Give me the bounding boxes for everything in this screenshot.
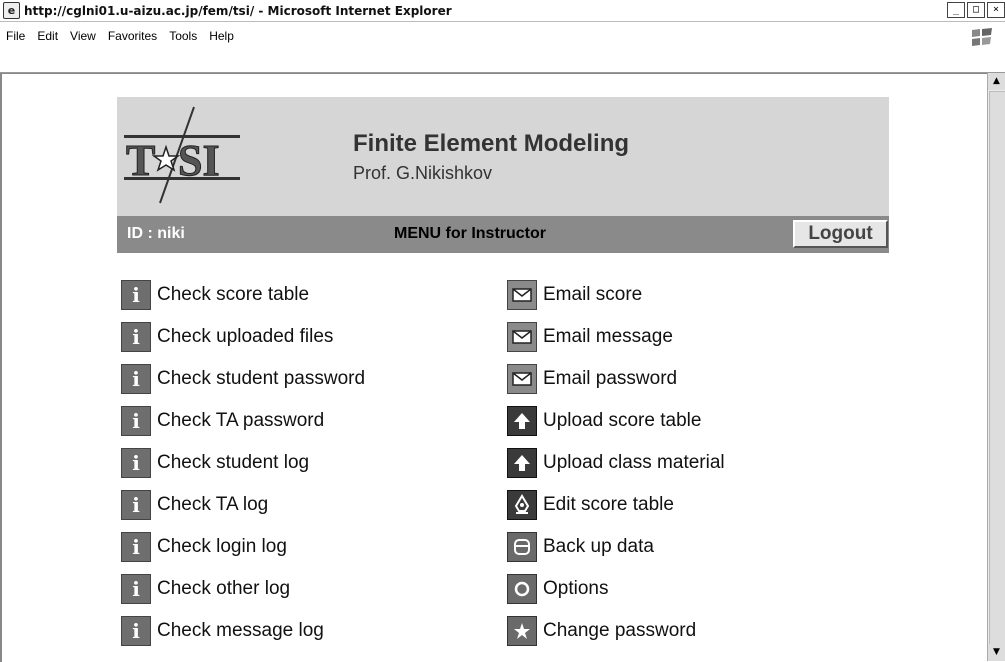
info-icon: i — [121, 574, 151, 604]
menu-file[interactable]: File — [6, 29, 25, 43]
link-label: Check other log — [157, 578, 291, 599]
menu-view[interactable]: View — [70, 29, 96, 43]
link-check-message-log[interactable]: i Check message log — [121, 610, 365, 652]
link-back-up-data[interactable]: Back up data — [507, 526, 725, 568]
pen-nib-icon — [507, 490, 537, 520]
window-controls: _ □ × — [945, 2, 1005, 18]
envelope-icon — [507, 322, 537, 352]
upload-arrow-icon — [507, 448, 537, 478]
page-title: Finite Element Modeling — [353, 130, 630, 157]
menu-heading: MENU for Instructor — [394, 225, 546, 242]
link-label: Check TA log — [157, 494, 269, 515]
vertical-scrollbar[interactable]: ▲ ▼ — [987, 73, 1005, 661]
link-label: Check score table — [157, 284, 310, 305]
link-check-student-log[interactable]: i Check student log — [121, 442, 365, 484]
link-label: Email message — [543, 326, 673, 347]
instructor-check-menu: i Check score table i Check uploaded fil… — [121, 274, 365, 652]
menu-tools[interactable]: Tools — [169, 29, 197, 43]
link-label: Check login log — [157, 536, 287, 557]
link-change-password[interactable]: Change password — [507, 610, 725, 652]
link-check-score-table[interactable]: i Check score table — [121, 274, 365, 316]
link-label: Check student log — [157, 452, 310, 473]
envelope-icon — [507, 280, 537, 310]
tsi-logo: T SI — [122, 105, 242, 205]
link-label: Upload score table — [543, 410, 702, 431]
minimize-button[interactable]: _ — [947, 2, 965, 18]
close-button[interactable]: × — [987, 2, 1005, 18]
window-titlebar: e http://cglni01.u-aizu.ac.jp/fem/tsi/ -… — [0, 0, 1005, 22]
info-icon: i — [121, 364, 151, 394]
menu-help[interactable]: Help — [209, 29, 234, 43]
link-upload-class-material[interactable]: Upload class material — [507, 442, 725, 484]
link-check-ta-log[interactable]: i Check TA log — [121, 484, 365, 526]
user-bar: ID : niki MENU for Instructor Logout — [117, 216, 889, 253]
scrollbar-thumb[interactable] — [989, 91, 1005, 653]
link-check-ta-password[interactable]: i Check TA password — [121, 400, 365, 442]
menu-edit[interactable]: Edit — [37, 29, 58, 43]
link-label: Options — [543, 578, 609, 599]
maximize-button[interactable]: □ — [967, 2, 985, 18]
svg-text:T: T — [126, 136, 155, 185]
svg-text:SI: SI — [178, 136, 220, 185]
user-id: ID : niki — [127, 225, 185, 242]
logout-button[interactable]: Logout — [793, 220, 888, 248]
instructor-action-menu: Email score Email message Email password… — [507, 274, 725, 652]
database-icon — [507, 532, 537, 562]
link-label: Back up data — [543, 536, 654, 557]
menu-favorites[interactable]: Favorites — [108, 29, 157, 43]
site-header: T SI Finite Element Modeling Prof. G.Nik… — [117, 97, 889, 216]
link-label: Check TA password — [157, 410, 325, 431]
page-subtitle: Prof. G.Nikishkov — [353, 163, 493, 183]
link-upload-score-table[interactable]: Upload score table — [507, 400, 725, 442]
link-email-message[interactable]: Email message — [507, 316, 725, 358]
link-email-score[interactable]: Email score — [507, 274, 725, 316]
link-label: Check student password — [157, 368, 366, 389]
link-label: Check message log — [157, 620, 324, 641]
window-title: http://cglni01.u-aizu.ac.jp/fem/tsi/ - M… — [24, 3, 452, 18]
info-icon: i — [121, 490, 151, 520]
link-label: Edit score table — [543, 494, 674, 515]
link-label: Change password — [543, 620, 697, 641]
link-label: Check uploaded files — [157, 326, 334, 347]
menu-items: File Edit View Favorites Tools Help — [6, 29, 234, 43]
link-label: Email password — [543, 368, 678, 389]
info-icon: i — [121, 322, 151, 352]
info-icon: i — [121, 616, 151, 646]
info-icon: i — [121, 280, 151, 310]
star-icon — [507, 616, 537, 646]
info-icon: i — [121, 406, 151, 436]
link-check-student-password[interactable]: i Check student password — [121, 358, 365, 400]
scroll-down-arrow-icon[interactable]: ▼ — [988, 644, 1005, 661]
page-content: T SI Finite Element Modeling Prof. G.Nik… — [0, 73, 990, 662]
link-check-other-log[interactable]: i Check other log — [121, 568, 365, 610]
info-icon: i — [121, 532, 151, 562]
windows-flag-icon — [967, 26, 997, 48]
info-icon: i — [121, 448, 151, 478]
envelope-icon — [507, 364, 537, 394]
link-options[interactable]: Options — [507, 568, 725, 610]
link-label: Email score — [543, 284, 643, 305]
ie-page-icon: e — [3, 2, 20, 19]
browser-menubar: File Edit View Favorites Tools Help — [0, 22, 1005, 73]
link-check-uploaded-files[interactable]: i Check uploaded files — [121, 316, 365, 358]
circle-options-icon — [507, 574, 537, 604]
scroll-up-arrow-icon[interactable]: ▲ — [988, 73, 1005, 90]
link-label: Upload class material — [543, 452, 725, 473]
upload-arrow-icon — [507, 406, 537, 436]
link-edit-score-table[interactable]: Edit score table — [507, 484, 725, 526]
link-check-login-log[interactable]: i Check login log — [121, 526, 365, 568]
link-email-password[interactable]: Email password — [507, 358, 725, 400]
